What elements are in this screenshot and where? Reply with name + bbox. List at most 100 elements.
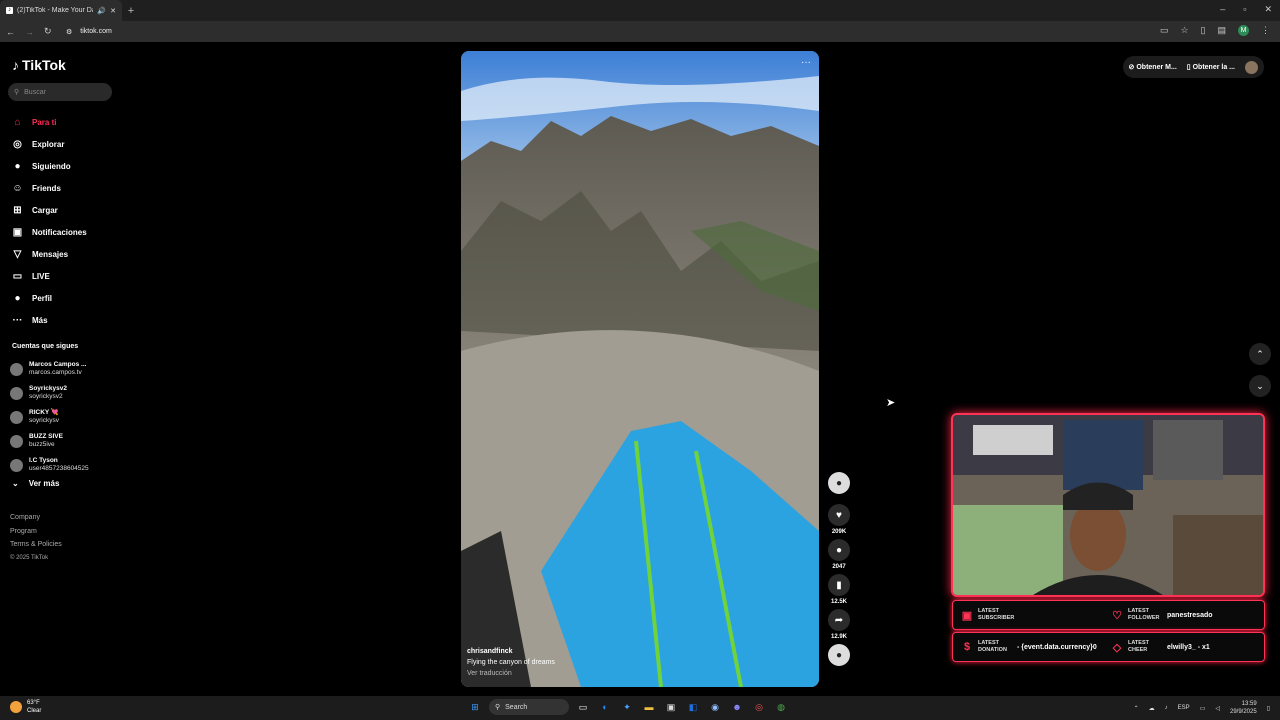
store-icon[interactable]: ▣ [663, 699, 679, 715]
tab-close-icon[interactable]: ✕ [110, 7, 116, 15]
discord-icon[interactable]: ☻ [729, 699, 745, 715]
following-item[interactable]: I.C Tyson user4857238604525 [10, 453, 89, 477]
copilot-icon[interactable]: ✦ [619, 699, 635, 715]
side-panel-icon[interactable]: ▯ [1201, 25, 1206, 36]
sidebar-item-live[interactable]: ▭ LIVE [12, 265, 87, 287]
following-item[interactable]: Marcos Campos ... marcos.campos.tv [10, 357, 89, 381]
sidebar-item-perfil[interactable]: ● Perfil [12, 287, 87, 309]
tab-title: (2)TikTok - Make Your Day [17, 7, 94, 14]
get-app-button[interactable]: ▯ Obtener la ... [1187, 63, 1235, 71]
prev-video-button[interactable]: ⌃ [1249, 343, 1271, 365]
menu-kebab-icon[interactable]: ⋮ [1261, 25, 1270, 36]
avatar [10, 458, 23, 472]
tiktok-note-icon: ♪ [12, 57, 19, 73]
chrome-icon[interactable]: ◍ [773, 699, 789, 715]
inbox-icon: ▣ [12, 226, 23, 238]
sidebar-item-explorar[interactable]: ◎ Explorar [12, 133, 87, 155]
music-disc-button[interactable]: ● [826, 644, 852, 666]
bookmark-star-icon[interactable]: ☆ [1180, 25, 1188, 36]
following-avatar-icon: ● [14, 160, 21, 172]
cast-icon[interactable]: ▭ [1160, 25, 1169, 36]
video-username[interactable]: chrisandfinck [467, 646, 555, 657]
window-close-icon[interactable]: ✕ [1264, 4, 1272, 15]
edge-icon[interactable]: ◐ [597, 699, 613, 715]
footer-link-company[interactable]: Company [10, 511, 62, 525]
following-item[interactable]: BUZZ SIVE buzz5ive [10, 429, 89, 453]
notifications-icon[interactable]: ▯ [1267, 705, 1270, 712]
twitch-icon: ▣ [961, 609, 973, 622]
volume-icon[interactable]: ◁ [1215, 705, 1220, 712]
taskbar-search[interactable]: ⚲ Search [489, 699, 569, 715]
maximize-icon[interactable]: ▫ [1243, 4, 1246, 15]
file-explorer-icon[interactable]: ▬ [641, 699, 657, 715]
sidebar-item-notificaciones[interactable]: ▣ Notificaciones [12, 221, 87, 243]
url-field[interactable]: ⚙ tiktok.com [60, 23, 1145, 40]
onedrive-icon[interactable]: ☁ [1149, 705, 1155, 712]
audio-icon[interactable]: 🔊 [97, 7, 106, 15]
sidebar-item-para-ti[interactable]: ⌂ Para ti [12, 111, 87, 133]
save-button[interactable]: ▮ 12.5K [826, 574, 852, 605]
comment-icon: ● [828, 539, 850, 561]
get-coins-label: Obtener M... [1136, 64, 1177, 71]
outlook-icon[interactable]: ◧ [685, 699, 701, 715]
network-icon[interactable]: ▭ [1200, 705, 1206, 712]
compass-icon: ◎ [13, 138, 22, 150]
sidebar-item-label: Explorar [32, 139, 65, 149]
reload-icon[interactable]: ↻ [44, 26, 52, 37]
new-tab-button[interactable]: + [122, 5, 140, 17]
weather-widget[interactable]: 63°F Clear [10, 699, 41, 715]
task-view-icon[interactable]: ▭ [575, 699, 591, 715]
steam-icon[interactable]: ◉ [707, 699, 723, 715]
following-item[interactable]: Soyrickysv2 soyrickysv2 [10, 381, 89, 405]
creator-avatar[interactable]: ● [828, 472, 850, 494]
sidebar-item-siguiendo[interactable]: ● Siguiendo [12, 155, 87, 177]
latest-cheer-value: elwilly3_ - x1 [1167, 643, 1210, 651]
mic-icon[interactable]: ♪ [1165, 705, 1168, 711]
sidebar-item-m-s[interactable]: ··· Más [12, 309, 87, 331]
tiktok-logo[interactable]: ♪ TikTok [12, 57, 66, 73]
latest-cheer-label: LATEST CHEER [1128, 640, 1149, 653]
browser-tab[interactable]: ♪ (2)TikTok - Make Your Day 🔊 ✕ [0, 0, 122, 21]
back-icon[interactable]: ← [6, 27, 15, 37]
footer-link-program[interactable]: Program [10, 525, 62, 539]
profile-avatar-icon: ● [14, 292, 21, 304]
sidebar-item-mensajes[interactable]: ▽ Mensajes [12, 243, 87, 265]
heart-icon: ♥ [828, 504, 850, 526]
extensions-icon[interactable]: ▤ [1217, 25, 1226, 36]
following-item[interactable]: RICKY 💘 soyrickysv [10, 405, 89, 429]
windows-start-icon[interactable]: ⊞ [467, 699, 483, 715]
sidebar-item-label: Siguiendo [32, 161, 71, 171]
weather-sun-icon [10, 701, 22, 713]
comment-button[interactable]: ● 2047 [826, 539, 852, 570]
creator-avatar-button[interactable]: ● [826, 472, 852, 494]
site-info-icon[interactable]: ⚙ [66, 28, 72, 36]
next-video-button[interactable]: ⌄ [1249, 375, 1271, 397]
sidebar-item-cargar[interactable]: ⊞ Cargar [12, 199, 87, 221]
see-more-button[interactable]: ⌄ Ver más [12, 479, 59, 488]
search-input[interactable]: ⚲ Buscar [8, 83, 112, 101]
sidebar-item-friends[interactable]: ☺ Friends [12, 177, 87, 199]
see-more-label: Ver más [28, 479, 60, 488]
video-player[interactable]: ··· chrisandfinck Flying the canyon of d… [461, 51, 819, 687]
like-button[interactable]: ♥ 209K [826, 504, 852, 535]
latest-follower-value: panestresado [1167, 611, 1213, 619]
profile-avatar[interactable]: M [1238, 25, 1249, 36]
language-indicator[interactable]: ESP [1178, 705, 1190, 711]
footer-link-terms[interactable]: Terms & Policies [10, 538, 62, 552]
following-text: RICKY 💘 soyrickysv [29, 409, 59, 425]
obs-icon[interactable]: ◎ [751, 699, 767, 715]
upload-icon: ⊞ [13, 204, 22, 216]
get-coins-button[interactable]: ⊘ Obtener M... [1129, 63, 1177, 71]
forward-icon[interactable]: → [25, 27, 34, 37]
clock[interactable]: 13:59 29/9/2025 [1230, 700, 1257, 716]
translate-link[interactable]: Ver traducción [467, 668, 555, 679]
share-button[interactable]: ➦ 12.9K [826, 609, 852, 640]
browser-tab-bar: ♪ (2)TikTok - Make Your Day 🔊 ✕ + – ▫ ✕ [0, 0, 1280, 21]
user-avatar[interactable] [1245, 60, 1258, 74]
following-username: soyrickysv2 [29, 393, 63, 400]
tray-chevron-icon[interactable]: ⌃ [1134, 705, 1139, 712]
minimize-icon[interactable]: – [1220, 4, 1225, 15]
chevron-up-icon: ⌃ [1256, 348, 1264, 359]
save-count: 12.5K [830, 599, 847, 605]
video-more-icon[interactable]: ··· [801, 57, 811, 68]
